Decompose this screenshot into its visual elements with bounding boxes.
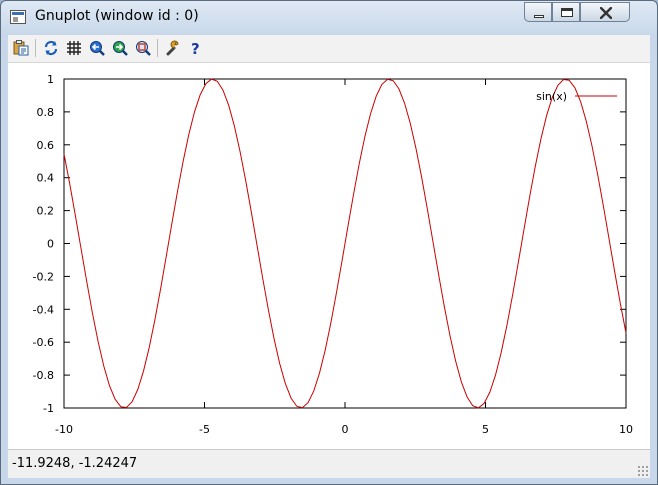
y-tick-label: -0.6 <box>33 336 54 349</box>
help-icon[interactable]: ? <box>187 39 205 57</box>
close-button[interactable] <box>580 2 630 22</box>
toolbar-separator <box>35 39 36 57</box>
grid-icon[interactable] <box>65 39 83 57</box>
toolbar: ? <box>8 35 650 63</box>
zoom-previous-icon[interactable] <box>88 39 106 57</box>
x-tick-label: 0 <box>342 423 349 436</box>
autoscale-icon[interactable] <box>134 39 152 57</box>
x-tick-label: 10 <box>619 423 633 436</box>
gnuplot-window: Gnuplot (window id : 0) ? -10 -5 0 5 10 … <box>0 0 658 485</box>
window-title: Gnuplot (window id : 0) <box>35 8 199 24</box>
replot-icon[interactable] <box>42 39 60 57</box>
y-tick-label: -0.8 <box>33 369 54 382</box>
series-line-sin <box>63 78 627 409</box>
toolbar-separator <box>157 39 158 57</box>
app-icon[interactable] <box>10 10 26 24</box>
y-tick-label: 0 <box>47 238 54 251</box>
plot-area[interactable]: -10 -5 0 5 10 -1 -0.8 -0.6 -0.4 -0.2 0 0.2 0.4 0.6 0.8… <box>8 63 650 449</box>
x-tick-label: -10 <box>55 423 73 436</box>
y-tick-label: 0.8 <box>37 106 55 119</box>
y-tick-label: -1 <box>43 402 54 415</box>
title-bar[interactable]: Gnuplot (window id : 0) <box>1 1 657 33</box>
close-icon <box>600 7 612 19</box>
svg-text:?: ? <box>191 40 200 56</box>
y-tick-label: 0.4 <box>37 172 55 185</box>
y-tick-label: -0.4 <box>33 303 54 316</box>
y-tick-label: -0.2 <box>33 270 54 283</box>
y-tick-label: 0.6 <box>37 139 55 152</box>
y-tick-label: 1 <box>47 73 54 86</box>
resize-grip[interactable] <box>637 465 648 476</box>
status-bar: -11.9248, -1.24247 <box>8 449 650 478</box>
plot-canvas[interactable]: -10 -5 0 5 10 -1 -0.8 -0.6 -0.4 -0.2 0 0.2 0.4 0.6 0.8… <box>8 63 650 449</box>
mouse-coordinates: -11.9248, -1.24247 <box>12 456 138 471</box>
minimize-button[interactable] <box>524 2 552 22</box>
maximize-button[interactable] <box>552 2 580 22</box>
x-tick-label: 5 <box>482 423 489 436</box>
x-tick-label: -5 <box>199 423 210 436</box>
options-wrench-icon[interactable] <box>164 39 182 57</box>
legend-label: sin(x) <box>536 90 567 103</box>
copy-to-clipboard-icon[interactable] <box>12 39 30 57</box>
zoom-next-icon[interactable] <box>111 39 129 57</box>
y-tick-label: 0.2 <box>37 205 55 218</box>
